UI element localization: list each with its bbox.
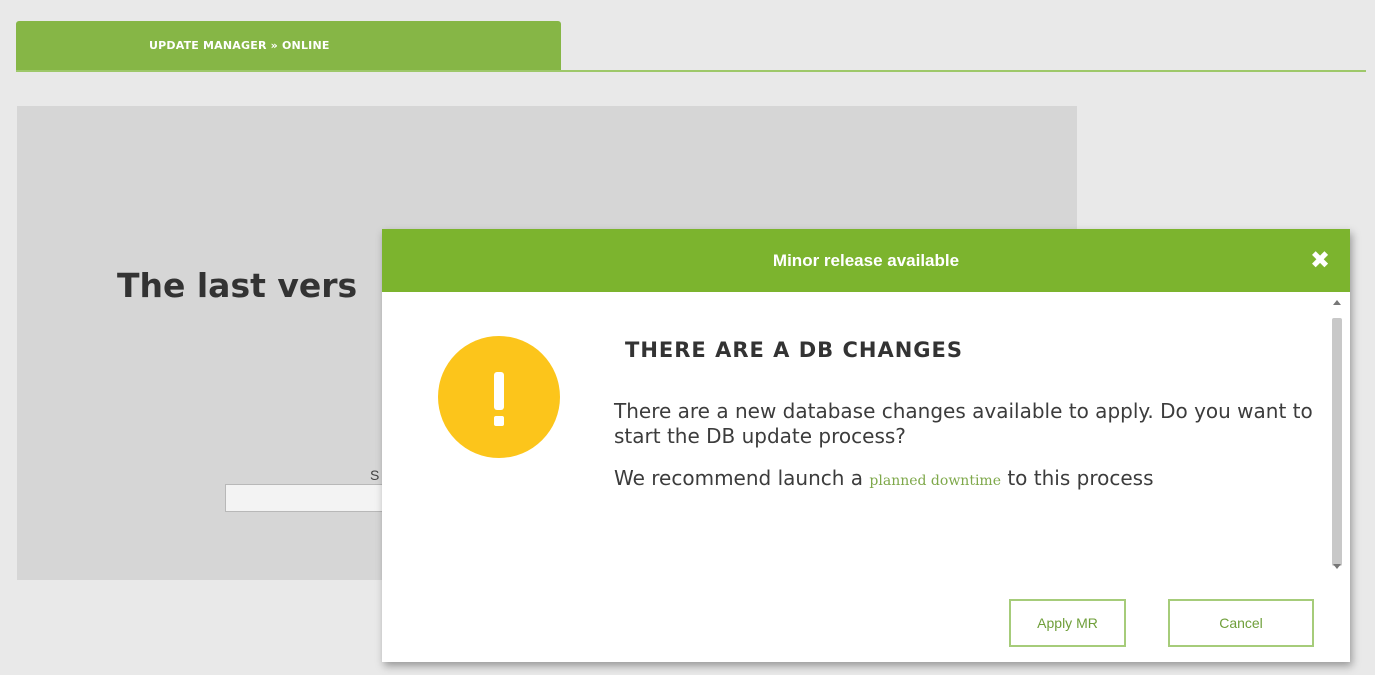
modal-header: Minor release available ✖ <box>382 229 1350 292</box>
tab-label: UPDATE MANAGER » ONLINE <box>149 39 330 52</box>
exclamation-bar <box>494 372 504 410</box>
message-title: THERE ARE A DB CHANGES <box>625 338 963 362</box>
close-icon[interactable]: ✖ <box>1306 246 1334 274</box>
cancel-button[interactable]: Cancel <box>1168 599 1314 647</box>
exclamation-dot <box>494 416 504 426</box>
page: UPDATE MANAGER » ONLINE The last vers S … <box>0 0 1375 675</box>
tab-update-manager-online[interactable]: UPDATE MANAGER » ONLINE <box>16 21 561 71</box>
modal-title: Minor release available <box>772 251 960 270</box>
modal-scrollbar[interactable] <box>1330 292 1344 579</box>
tab-underline <box>16 70 1366 72</box>
modal-dialog: Minor release available ✖ THERE ARE A DB… <box>382 229 1350 662</box>
warning-exclamation-icon <box>438 336 560 458</box>
scroll-down-arrow-icon[interactable] <box>1333 564 1341 569</box>
planned-downtime-link[interactable]: planned downtime <box>869 473 1001 489</box>
panel-input-field[interactable] <box>225 484 395 512</box>
message-paragraph-2-prefix: We recommend launch a <box>614 466 864 490</box>
message-body: There are a new database changes availab… <box>614 399 1314 511</box>
panel-small-text: S <box>370 467 380 483</box>
message-paragraph-2: We recommend launch a planned downtime t… <box>614 466 1314 494</box>
scroll-up-arrow-icon[interactable] <box>1333 300 1341 305</box>
panel-heading: The last vers <box>117 266 358 305</box>
scroll-thumb[interactable] <box>1332 318 1342 566</box>
apply-mr-button[interactable]: Apply MR <box>1009 599 1126 647</box>
message-paragraph-2-suffix: to this process <box>1007 466 1154 490</box>
message-paragraph-1: There are a new database changes availab… <box>614 399 1313 448</box>
